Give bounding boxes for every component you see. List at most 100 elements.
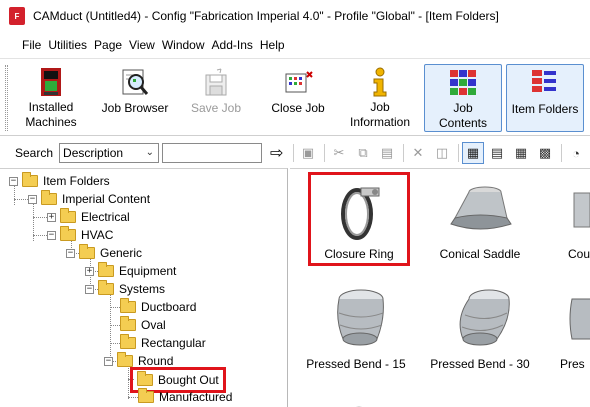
tree-node-imperial-content[interactable]: − Imperial Content <box>28 190 150 208</box>
tree-connector <box>128 397 138 398</box>
folder-icon <box>60 226 76 241</box>
item-pressed-bend-30[interactable]: Pressed Bend - 30 <box>430 281 530 377</box>
search-input[interactable] <box>162 143 263 163</box>
tree-node-electrical[interactable]: + Electrical <box>47 208 130 226</box>
details-view-icon[interactable]: ▩ <box>534 142 556 164</box>
item-partial-pres[interactable]: Pres <box>552 281 590 377</box>
paste-icon[interactable]: ▤ <box>376 142 398 164</box>
search-label: Search <box>15 146 54 160</box>
collapse-icon[interactable]: − <box>104 356 113 366</box>
chevron-down-icon: ⌄ <box>145 147 155 158</box>
collapse-icon[interactable]: − <box>85 284 94 294</box>
tree-label: Item Folders <box>43 174 110 188</box>
item-row3-b[interactable] <box>430 383 530 407</box>
item-conical-saddle[interactable]: Conical Saddle <box>430 175 530 271</box>
tree-label: Imperial Content <box>62 192 151 206</box>
expand-icon[interactable]: + <box>47 212 56 222</box>
collapse-icon[interactable]: − <box>66 248 75 258</box>
menu-window[interactable]: Window <box>162 38 205 52</box>
menu-help[interactable]: Help <box>260 38 285 52</box>
toolbar-grip[interactable] <box>5 65 8 131</box>
tree-node-ductboard[interactable]: Ductboard <box>120 298 196 316</box>
menu-page[interactable]: Page <box>94 38 122 52</box>
pressed-bend-30-icon <box>445 285 515 351</box>
app-icon[interactable]: F <box>9 7 25 25</box>
item-closure-ring[interactable]: Closure Ring <box>308 172 410 266</box>
toolbar-separator <box>458 144 459 162</box>
item-caption: Cou <box>568 247 590 261</box>
tree-node-oval[interactable]: Oval <box>120 316 166 334</box>
item-folders-icon <box>530 68 560 98</box>
tree-node-rectangular[interactable]: Rectangular <box>120 334 206 352</box>
copy-icon[interactable]: ⧉ <box>352 142 374 164</box>
tree-connector <box>33 217 47 218</box>
tree-node-manufactured[interactable]: Manufactured <box>138 388 232 406</box>
item-partial-cou[interactable]: Cou <box>550 175 590 271</box>
expand-icon[interactable]: + <box>85 266 94 276</box>
search-go-arrow-icon[interactable]: ⇨ <box>270 143 283 163</box>
job-browser-label: Job Browser <box>101 101 169 115</box>
camera-icon[interactable]: ▣ <box>297 142 319 164</box>
installed-machines-label: Installed Machines <box>25 100 77 129</box>
job-browser-icon <box>120 67 150 97</box>
pressed-bend-15-icon <box>321 285 391 351</box>
close-job-label: Close Job <box>271 101 325 115</box>
job-contents-button[interactable]: Job Contents <box>424 64 502 132</box>
folder-icon <box>120 298 136 313</box>
delete-icon[interactable]: ✕ <box>407 142 429 164</box>
item-pressed-bend-15[interactable]: Pressed Bend - 15 <box>306 281 406 377</box>
menu-utilities[interactable]: Utilities <box>48 38 87 52</box>
title-bar: F CAMduct (Untitled4) - Config "Fabricat… <box>0 0 590 32</box>
job-contents-label: Job Contents <box>438 101 488 130</box>
close-job-button[interactable]: Close Job <box>262 64 334 132</box>
collapse-icon[interactable]: − <box>28 194 37 204</box>
tree-connector <box>110 343 120 344</box>
conical-saddle-icon <box>445 179 515 241</box>
search-field-select[interactable]: Description ⌄ <box>59 143 160 163</box>
tree-node-equipment[interactable]: + Equipment <box>85 262 176 280</box>
collapse-icon[interactable]: − <box>47 230 56 240</box>
tree-node-item-folders[interactable]: − Item Folders <box>9 172 110 190</box>
search-field-value: Description <box>63 146 124 160</box>
folder-icon <box>120 334 136 349</box>
tree-node-systems[interactable]: − Systems <box>85 280 165 298</box>
preview-icon[interactable]: ◔ <box>565 142 587 164</box>
menu-view[interactable]: View <box>129 38 155 52</box>
item-partial-icon <box>550 179 590 241</box>
job-information-button[interactable]: Job Information <box>344 64 416 132</box>
folder-icon <box>137 371 153 386</box>
properties-icon[interactable]: ◫ <box>431 142 453 164</box>
tree-label: Bought Out <box>158 373 219 387</box>
item-caption: Closure Ring <box>324 247 394 261</box>
small-icons-view-icon[interactable]: ▤ <box>486 142 508 164</box>
folder-icon <box>138 388 154 403</box>
item-caption: Pres <box>560 357 585 371</box>
save-job-button[interactable]: Save Job <box>182 64 250 132</box>
item-folders-tree: − Item Folders − Imperial Content + Elec… <box>0 168 288 407</box>
tree-connector <box>128 365 129 399</box>
search-bar: Search Description ⌄ ⇨ <box>0 140 288 166</box>
job-browser-button[interactable]: Job Browser <box>96 64 174 132</box>
main-toolbar: Installed Machines Job Browser Save Job … <box>0 58 590 136</box>
large-icons-view-icon[interactable]: ▦ <box>462 142 484 164</box>
tree-label: Electrical <box>81 210 130 224</box>
tree-node-generic[interactable]: − Generic <box>66 244 142 262</box>
cut-icon[interactable]: ✂ <box>328 142 350 164</box>
menu-file[interactable]: File <box>22 38 41 52</box>
menu-add-ins[interactable]: Add-Ins <box>212 38 253 52</box>
tree-connector <box>110 325 120 326</box>
machine-icon <box>36 67 66 97</box>
toolbar-separator <box>293 144 294 162</box>
item-folders-button[interactable]: Item Folders <box>506 64 584 132</box>
tree-label: Rectangular <box>141 336 206 350</box>
installed-machines-button[interactable]: Installed Machines <box>14 64 88 132</box>
folder-icon <box>60 208 76 223</box>
collapse-icon[interactable]: − <box>9 176 18 186</box>
tree-connector <box>33 235 47 236</box>
list-view-icon[interactable]: ▦ <box>510 142 532 164</box>
toolbar-separator <box>324 144 325 162</box>
item-row3-a[interactable] <box>308 383 408 407</box>
folder-icon <box>117 352 133 367</box>
tree-node-hvac[interactable]: − HVAC <box>47 226 113 244</box>
item-partial-icon <box>552 285 590 351</box>
